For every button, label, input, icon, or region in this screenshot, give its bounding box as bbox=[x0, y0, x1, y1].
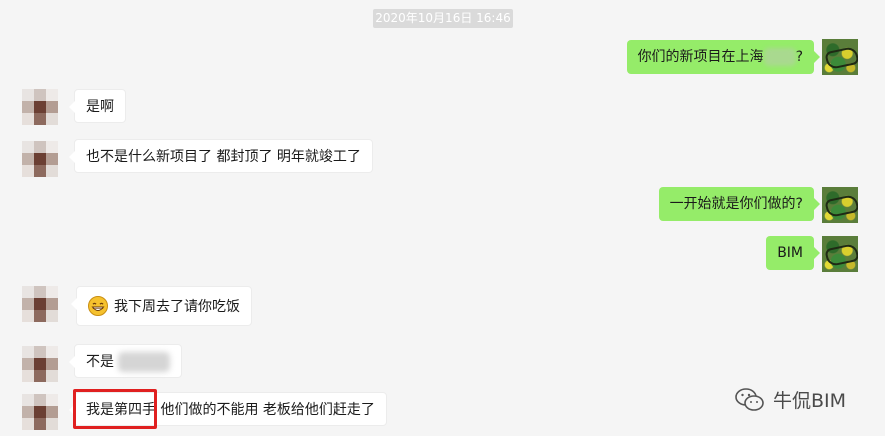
message-text: 是啊 bbox=[86, 99, 114, 115]
contact-avatar[interactable] bbox=[22, 346, 58, 382]
contact-avatar[interactable] bbox=[22, 394, 58, 430]
message-text: 他们做的不能用 老板给他们赶走了 bbox=[156, 402, 375, 418]
message-text: 也不是什么新项目了 都封顶了 明年就竣工了 bbox=[86, 149, 361, 165]
grinning-face-emoji bbox=[88, 295, 108, 316]
contact-avatar[interactable] bbox=[22, 286, 58, 322]
message-bubble-incoming[interactable]: 不是 bbox=[68, 344, 183, 378]
wechat-logo-icon bbox=[735, 387, 764, 411]
watermark: 牛侃BIM bbox=[735, 386, 846, 413]
message-bubble-outgoing[interactable]: 你们的新项目在上海? bbox=[626, 40, 821, 74]
message-text: 你们的新项目在上海 bbox=[637, 49, 764, 65]
my-avatar[interactable] bbox=[822, 187, 858, 223]
chat-timestamp: 2020年10月16日 16:46 bbox=[373, 9, 513, 28]
redacted-text bbox=[118, 352, 171, 372]
my-avatar[interactable] bbox=[822, 39, 858, 75]
message-bubble-incoming[interactable]: 也不是什么新项目了 都封顶了 明年就竣工了 bbox=[69, 139, 373, 173]
watermark-text: 牛侃BIM bbox=[773, 390, 847, 412]
message-bubble-outgoing[interactable]: BIM bbox=[766, 236, 820, 270]
red-highlight-box bbox=[73, 389, 157, 429]
message-text: 一开始就是你们做的? bbox=[669, 196, 803, 212]
message-text: BIM bbox=[777, 245, 803, 261]
my-avatar[interactable] bbox=[822, 236, 858, 272]
message-bubble-incoming[interactable]: 我下周去了请你吃饭 bbox=[71, 286, 252, 326]
message-text: 不是 bbox=[86, 354, 114, 370]
message-text: ? bbox=[795, 49, 803, 65]
message-text: 我下周去了请你吃饭 bbox=[114, 299, 240, 315]
redacted-text bbox=[763, 48, 796, 66]
message-bubble-incoming[interactable]: 是啊 bbox=[69, 89, 126, 123]
message-bubble-outgoing[interactable]: 一开始就是你们做的? bbox=[658, 187, 821, 221]
contact-avatar[interactable] bbox=[22, 89, 58, 125]
contact-avatar[interactable] bbox=[22, 141, 58, 177]
